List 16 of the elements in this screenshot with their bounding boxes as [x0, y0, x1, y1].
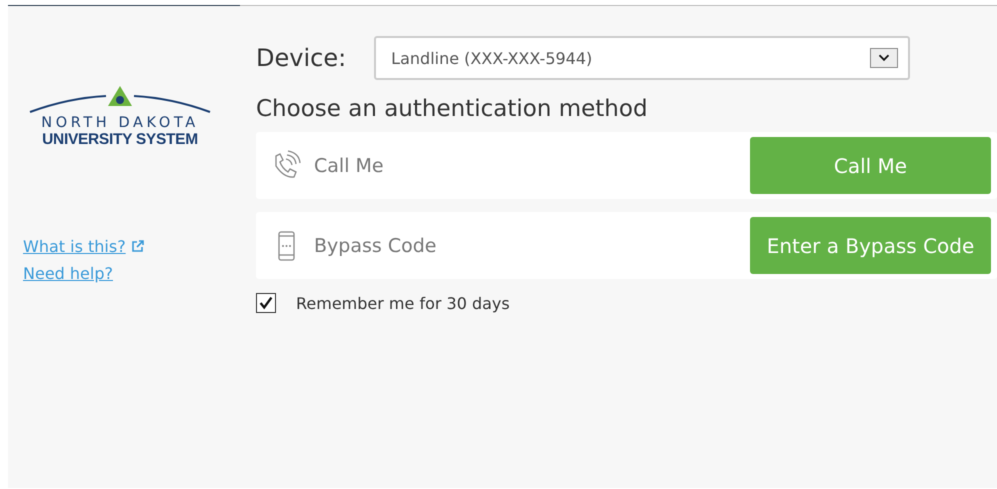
help-link[interactable]: Need help?: [23, 264, 113, 283]
remember-checkbox[interactable]: [256, 293, 276, 313]
help-link[interactable]: What is this?: [23, 237, 144, 256]
method-label: Bypass Code: [314, 234, 438, 256]
remember-label: Remember me for 30 days: [296, 294, 510, 312]
logo-text: UNIVERSITY SYSTEM: [41, 131, 199, 149]
caret-icon: [870, 48, 898, 68]
logo-emblem-icon: [28, 84, 212, 114]
method-label: Call Me: [314, 154, 385, 176]
method-button[interactable]: Call Me: [750, 137, 991, 194]
method-button[interactable]: Enter a Bypass Code: [750, 217, 991, 274]
device-select[interactable]: Landline (XXX-XXX-5944): [374, 36, 910, 80]
external-link-icon: [130, 240, 144, 253]
logo-text: NORTH DAKOTA: [40, 115, 200, 131]
section-heading: Choose an authentication method: [256, 96, 649, 122]
device-label: Device:: [256, 44, 346, 72]
